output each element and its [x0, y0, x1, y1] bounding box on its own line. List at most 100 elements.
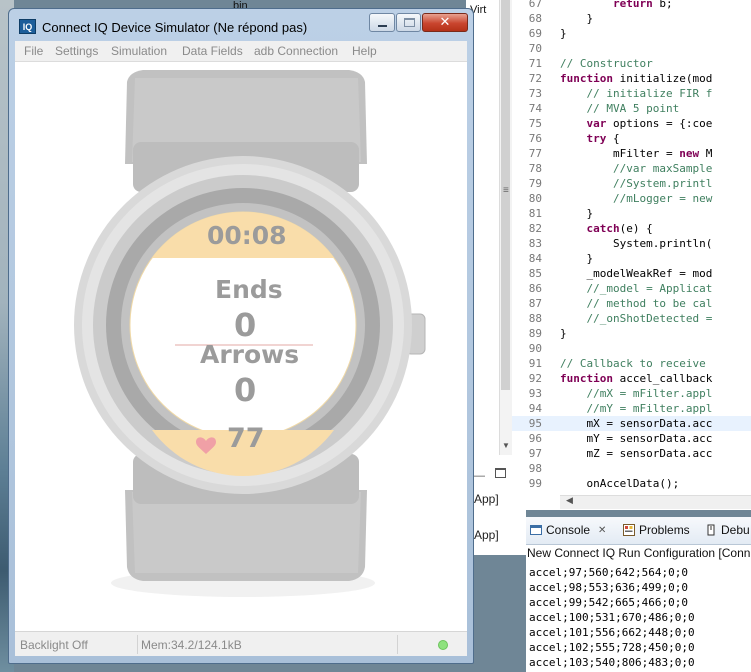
maximize-button[interactable] — [396, 13, 421, 32]
editor-horizontal-scrollbar[interactable] — [560, 495, 751, 509]
minimize-button[interactable] — [369, 13, 395, 32]
code-line[interactable]: 93 //mX = mFilter.appl — [512, 386, 751, 401]
line-number: 82 — [528, 222, 542, 235]
code-text: } — [560, 12, 594, 25]
close-icon[interactable]: ✕ — [598, 525, 606, 536]
code-line[interactable]: 73 // initialize FIR f — [512, 86, 751, 101]
code-text: mY = sensorData.acc — [560, 432, 713, 445]
code-line[interactable]: 83 System.println( — [512, 236, 751, 251]
line-number: 95 — [528, 417, 542, 430]
line-number: 67 — [528, 0, 542, 10]
view-maximize-icon[interactable] — [495, 468, 506, 478]
code-line[interactable]: 96 mY = sensorData.acc — [512, 431, 751, 446]
code-line[interactable]: 67 return b; — [512, 0, 751, 11]
code-text: //_model = Applicat — [560, 282, 713, 295]
code-line[interactable]: 74 // MVA 5 point — [512, 101, 751, 116]
debug-icon — [707, 524, 715, 536]
code-line[interactable]: 70 — [512, 41, 751, 56]
code-text: catch(e) { — [586, 222, 653, 235]
menu-bar: File Settings Simulation Data Fields adb… — [15, 41, 467, 62]
tab-console[interactable]: Console ✕ — [530, 523, 606, 537]
view-item: App] — [474, 528, 499, 542]
console-line: accel;100;531;670;486;0;0 — [529, 611, 695, 624]
tab-debug[interactable]: Debu — [705, 523, 750, 537]
simulator-window: IQ Connect IQ Device Simulator (Ne répon… — [8, 8, 474, 664]
code-line[interactable]: 84 } — [512, 251, 751, 266]
maximize-icon — [404, 18, 415, 27]
code-line[interactable]: 92 function accel_callback — [512, 371, 751, 386]
title-bar[interactable]: IQ Connect IQ Device Simulator (Ne répon… — [9, 9, 473, 39]
code-text: } — [560, 27, 567, 40]
code-text: //System.printl — [560, 177, 713, 190]
view-minimize-icon[interactable]: — — [474, 470, 485, 482]
code-line[interactable]: 76 try { — [512, 131, 751, 146]
code-text: // initialize FIR f — [560, 87, 713, 100]
menu-data-fields[interactable]: Data Fields — [182, 44, 243, 58]
code-line[interactable]: 72 function initialize(mod — [512, 71, 751, 86]
backlight-status: Backlight Off — [20, 638, 88, 652]
scrollbar-grip-icon: ≡ — [503, 185, 509, 196]
tab-problems-label: Problems — [639, 523, 690, 537]
scroll-left-arrow-icon[interactable]: ◀ — [566, 495, 573, 506]
close-button[interactable]: ✕ — [422, 13, 468, 32]
menu-settings[interactable]: Settings — [55, 44, 98, 58]
line-number: 84 — [528, 252, 542, 265]
code-line[interactable]: 75 var options = {:coe — [512, 116, 751, 131]
line-number: 85 — [528, 267, 542, 280]
status-divider — [397, 635, 398, 654]
menu-simulation[interactable]: Simulation — [111, 44, 167, 58]
code-line[interactable]: 99 onAccelData(); — [512, 476, 751, 491]
code-line[interactable]: 82 catch(e) { — [512, 221, 751, 236]
code-line[interactable]: 79 //System.printl — [512, 176, 751, 191]
code-line[interactable]: 78 //var maxSample — [512, 161, 751, 176]
watch-arrows-value: 0 — [234, 371, 257, 409]
memory-status: Mem:34.2/124.1kB — [141, 638, 242, 652]
code-line[interactable]: 88 //_onShotDetected = — [512, 311, 751, 326]
watch-ends-value: 0 — [234, 306, 257, 344]
code-line[interactable]: 90 — [512, 341, 751, 356]
code-line[interactable]: 86 //_model = Applicat — [512, 281, 751, 296]
code-line[interactable]: 95 mX = sensorData.acc — [512, 416, 751, 431]
code-line[interactable]: 89} — [512, 326, 751, 341]
console-line: accel;99;542;665;466;0;0 — [529, 596, 688, 609]
code-text: // method to be cal — [560, 297, 713, 310]
scroll-down-arrow-icon[interactable]: ▼ — [502, 441, 510, 450]
minimize-icon — [378, 25, 387, 27]
watch-arrows-label: Arrows — [200, 340, 300, 369]
tab-problems[interactable]: Problems — [623, 523, 690, 537]
code-line[interactable]: 98 — [512, 461, 751, 476]
code-line[interactable]: 71 // Constructor — [512, 56, 751, 71]
status-divider — [137, 635, 138, 654]
console-line: accel;103;540;806;483;0;0 — [529, 656, 695, 669]
code-line[interactable]: 68 } — [512, 11, 751, 26]
line-number: 70 — [528, 42, 542, 55]
tab-debug-label: Debu — [721, 523, 750, 537]
code-line[interactable]: 87 // method to be cal — [512, 296, 751, 311]
code-line[interactable]: 97 mZ = sensorData.acc — [512, 446, 751, 461]
code-line[interactable]: 91 // Callback to receive — [512, 356, 751, 371]
code-text: } — [560, 207, 594, 220]
line-number: 92 — [528, 372, 542, 385]
menu-file[interactable]: File — [24, 44, 43, 58]
window-title: Connect IQ Device Simulator (Ne répond p… — [42, 20, 308, 35]
code-line[interactable]: 69} — [512, 26, 751, 41]
menu-adb-connection[interactable]: adb Connection — [254, 44, 338, 58]
code-line[interactable]: 81 } — [512, 206, 751, 221]
status-indicator-icon — [438, 640, 448, 650]
line-number: 80 — [528, 192, 542, 205]
code-line[interactable]: 77 mFilter = new M — [512, 146, 751, 161]
line-number: 96 — [528, 432, 542, 445]
code-line[interactable]: 80 //mLogger = new — [512, 191, 751, 206]
code-area[interactable]: 67 return b; 68 } 69} 70 71// Constructor 72 f… — [512, 0, 751, 495]
code-text: _modelWeakRef = mod — [560, 267, 713, 280]
code-text: //mY = mFilter.appl — [560, 402, 713, 415]
code-line[interactable]: 94 //mY = mFilter.appl — [512, 401, 751, 416]
watch-heart-rate: 77 — [227, 423, 265, 454]
line-number: 93 — [528, 387, 542, 400]
code-line[interactable]: 85 _modelWeakRef = mod — [512, 266, 751, 281]
line-number: 87 — [528, 297, 542, 310]
status-bar: Backlight Off Mem:34.2/124.1kB — [15, 631, 467, 656]
console-line: accel;98;553;636;499;0;0 — [529, 581, 688, 594]
console-line: accel;102;555;728;450;0;0 — [529, 641, 695, 654]
menu-help[interactable]: Help — [352, 44, 377, 58]
